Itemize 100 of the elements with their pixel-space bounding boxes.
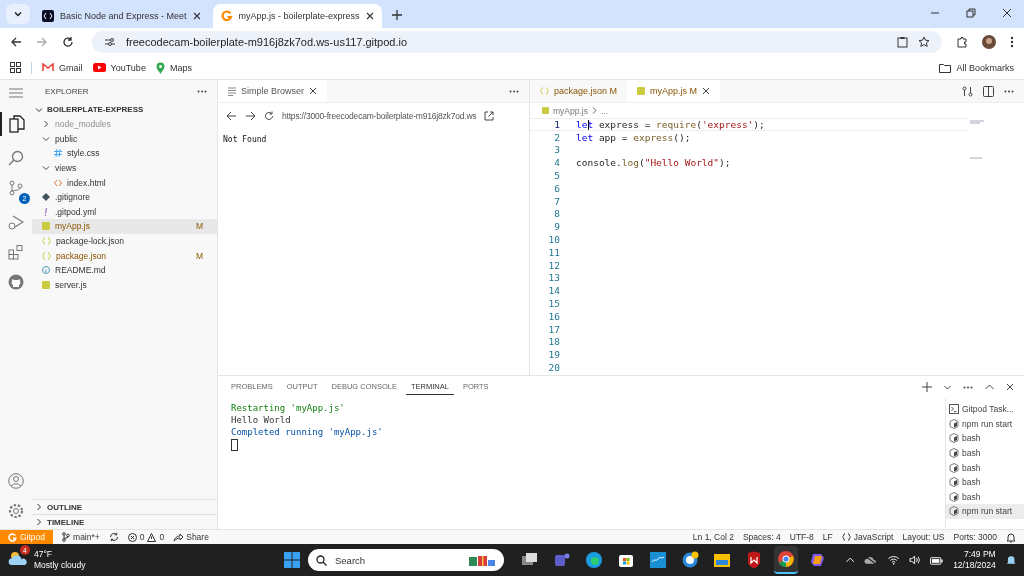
weather-icon[interactable] <box>8 550 28 566</box>
restore-icon[interactable] <box>966 8 976 18</box>
more-icon[interactable] <box>197 89 207 93</box>
tree-item[interactable]: public <box>32 131 217 147</box>
tree-item[interactable]: README.md <box>32 262 217 278</box>
volume-icon[interactable] <box>908 555 921 565</box>
open-external-icon[interactable] <box>484 111 495 121</box>
search-icon[interactable] <box>8 150 24 166</box>
notifications-icon[interactable] <box>1006 531 1016 543</box>
problems-status[interactable]: 0 0 <box>127 532 165 542</box>
files-icon[interactable] <box>9 115 25 133</box>
close-icon[interactable] <box>702 87 711 95</box>
clipboard-icon[interactable] <box>897 36 908 48</box>
avatar-icon[interactable] <box>982 35 996 49</box>
extensions-icon[interactable] <box>956 36 968 48</box>
braces-icon <box>42 251 51 260</box>
reload-icon[interactable] <box>264 111 274 121</box>
tree-item[interactable]: package.json M <box>32 248 217 263</box>
start-icon[interactable] <box>284 552 300 568</box>
favicon-icon <box>220 10 233 22</box>
tree-item[interactable]: index.html <box>32 175 217 190</box>
github-icon[interactable] <box>8 274 24 290</box>
terminal-item[interactable]: npm run start <box>946 504 1024 519</box>
close-icon[interactable] <box>365 12 374 20</box>
bookmark[interactable]: Maps <box>155 61 192 74</box>
browser-tab[interactable]: myApp.js - boilerplate-express <box>212 4 382 28</box>
wifi-icon[interactable] <box>887 555 899 565</box>
status-item[interactable]: Layout: US <box>902 532 945 542</box>
terminal-item[interactable]: bash <box>946 460 1024 475</box>
editor-tab[interactable]: package.json M <box>530 80 628 102</box>
terminal-item[interactable]: bash <box>946 445 1024 461</box>
new-tab-icon[interactable] <box>391 10 402 20</box>
breadcrumb[interactable]: myApp.js <box>553 105 588 116</box>
apps-icon[interactable] <box>10 62 21 73</box>
menu-icon[interactable] <box>1010 36 1014 48</box>
tab-list-button[interactable] <box>6 4 30 24</box>
status-item[interactable]: JavaScript <box>841 532 894 542</box>
tree-item[interactable]: style.css <box>32 146 217 161</box>
tree-item[interactable]: .gitignore <box>32 189 217 205</box>
tree-item[interactable]: myApp.js M <box>32 219 217 234</box>
back-icon[interactable] <box>10 36 22 48</box>
maximize-icon[interactable] <box>985 384 994 390</box>
terminal-item[interactable]: bash <box>946 431 1024 446</box>
more-icon[interactable] <box>1004 89 1014 93</box>
url-field[interactable]: https://3000-freecodecam-boilerplate-m916j8zk7od.ws <box>282 111 477 121</box>
terminal-item[interactable]: Gitpod Task... <box>946 402 1024 417</box>
bookmark[interactable]: YouTube <box>92 62 146 73</box>
terminal-item[interactable]: bash <box>946 474 1024 490</box>
chrome-icon[interactable] <box>774 546 798 574</box>
sync-icon[interactable] <box>108 532 119 542</box>
close-icon[interactable] <box>309 87 318 95</box>
terminal-item[interactable]: bash <box>946 489 1024 505</box>
search-field[interactable]: Search <box>308 549 504 571</box>
battery-icon[interactable] <box>930 555 944 565</box>
compare-icon[interactable] <box>962 85 973 97</box>
close-icon[interactable] <box>1006 383 1014 391</box>
chevron-icon <box>35 105 43 114</box>
folder-header[interactable]: BOILERPLATE-EXPRESS <box>32 102 217 117</box>
browser-tab[interactable]: Basic Node and Express - Meet <box>34 4 209 28</box>
chevron-down-icon[interactable] <box>944 384 951 390</box>
bookmark[interactable]: Gmail <box>42 62 83 73</box>
more-icon[interactable] <box>963 385 973 389</box>
tree-item[interactable]: views <box>32 160 217 176</box>
run-debug-icon[interactable] <box>8 214 24 230</box>
more-icon[interactable] <box>509 89 519 93</box>
breadcrumb[interactable]: ... <box>600 105 609 116</box>
editor-tab[interactable]: myApp.js M <box>627 80 721 102</box>
account-icon[interactable] <box>8 473 24 489</box>
reload-icon[interactable] <box>62 36 74 48</box>
status-item[interactable]: UTF-8 <box>789 532 814 542</box>
status-item[interactable]: Ports: 3000 <box>953 532 997 542</box>
branch-status[interactable]: main*+ <box>62 532 100 542</box>
split-editor-icon[interactable] <box>983 85 994 97</box>
line-number: 5 <box>553 170 560 182</box>
star-icon[interactable] <box>918 36 930 48</box>
terminal-item[interactable]: npm run start <box>946 416 1024 432</box>
editor-tab[interactable]: Simple Browser <box>218 80 328 102</box>
clock[interactable]: 7:49 PM 12/18/2024 <box>953 549 996 571</box>
source-control-icon[interactable] <box>8 180 24 196</box>
status-item[interactable]: Ln 1, Col 2 <box>692 532 734 542</box>
tree-item[interactable]: package-lock.json <box>32 233 217 249</box>
collapsed-section[interactable]: OUTLINE <box>32 499 217 514</box>
share-button[interactable]: Share <box>173 532 209 542</box>
status-item[interactable]: Spaces: 4 <box>742 532 781 542</box>
tree-item[interactable]: server.js <box>32 277 217 293</box>
back-icon[interactable] <box>226 111 237 121</box>
chevron-up-icon[interactable] <box>846 557 855 563</box>
cloud-off-icon[interactable] <box>864 555 878 565</box>
bookmark-folder[interactable]: All Bookmarks <box>939 62 1014 73</box>
close-icon[interactable] <box>192 12 201 20</box>
status-item[interactable]: LF <box>822 532 833 542</box>
close-icon[interactable] <box>1002 8 1012 18</box>
new-terminal-icon[interactable] <box>922 382 932 392</box>
forward-icon[interactable] <box>245 111 256 121</box>
bell-icon[interactable] <box>1005 554 1016 566</box>
file-name: README.md <box>55 265 106 276</box>
address-bar[interactable]: freecodecam-boilerplate-m916j8zk7od.ws-us117.gitpod.io <box>92 31 942 53</box>
tree-item[interactable]: .gitpod.yml <box>32 204 217 220</box>
settings-icon[interactable] <box>8 503 24 519</box>
site-settings-icon[interactable] <box>104 37 116 47</box>
